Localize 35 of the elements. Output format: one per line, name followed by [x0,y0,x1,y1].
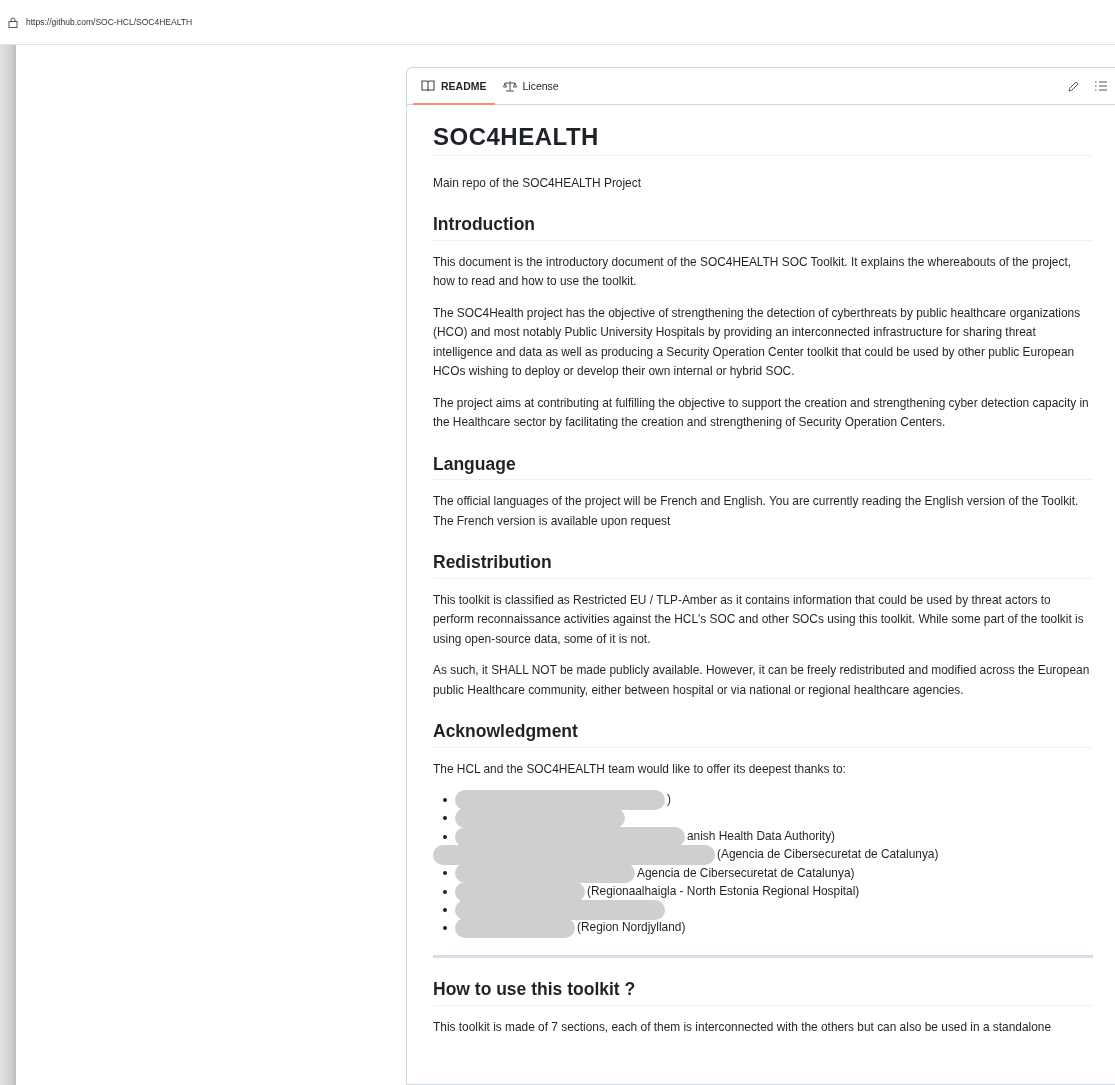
list-item-text: (Agencia de Cibersecuretat de Catalunya) [717,846,939,864]
section-heading: Redistribution [433,553,1093,579]
paragraph: The HCL and the SOC4HEALTH team would like to offer its deepest thanks to: [433,760,847,778]
bullet-icon [443,816,447,821]
section-heading: How to use this toolkit ? [433,980,1093,1006]
paragraph: This toolkit is classified as Restricted EU / TLP-Amber as it contains information that could be used by threat actors to perform reconnaissance activities against the HCL's SOC and other SOCs using this toolkit. While some part of the toolkit is using open-source data, some of it is not. [433,591,1085,648]
list-item-text: anish Health Data Authority) [687,828,836,845]
section-heading: Language [433,454,1093,480]
url-text[interactable]: https://github.com/SOC-HCL/SOC4HEALTH [26,17,193,27]
paragraph: As such, it SHALL NOT be made publicly available. However, it can be freely redistributed and modified across the European public Healthcare community, either between hospital or via national or regional healthcare agencies. [433,662,1091,699]
section-heading: Introduction [433,215,1093,241]
list-item-text: ) [667,791,671,809]
pencil-icon[interactable] [1068,80,1079,92]
readme-title: SOC4HEALTH [433,127,1093,156]
paragraph: Main repo of the SOC4HEALTH Project [433,174,642,192]
list-item-text: Agencia de Cibersecuretat de Catalunya) [637,864,855,882]
paragraph: This toolkit is made of 7 sections, each of them is interconnected with the others but can also be used in a standalone [433,1018,1052,1036]
bullet-icon [443,889,447,894]
paragraph: The official languages of the project will be French and English. You are currently reading the English version of the Toolkit. The French version is available upon request [433,493,1080,530]
tab[interactable]: License [494,68,567,105]
scale-icon [502,79,517,92]
paragraph: This document is the introductory document of the SOC4HEALTH SOC Toolkit. It explains the whereabouts of the project, how to read and how to use the toolkit. [433,253,1072,290]
bullet-icon [443,926,447,931]
paragraph: The project aims at contributing at fulfilling the objective to support the creation and strengthening cyber detection capacity in the Healthcare sector by facilitating the creation and strengthening of Security Operation Centers. [433,394,1090,431]
list-item-text: (Regionaalhaigla - North Estonia Regional Hospital) [587,882,860,900]
section-heading: Acknowledgment [433,722,1093,748]
bullet-icon [443,907,447,912]
book-icon [421,79,435,92]
list-item-text: (Region Nordjylland) [577,919,686,937]
bullet-icon [443,871,447,876]
bullet-icon [443,798,447,803]
bullet-icon [443,834,447,839]
paragraph: The SOC4Health project has the objective of strengthening the detection of cyberthreats by public healthcare organizations (HCO) and most notably Public University Hospitals by providing an interconnected infrastructure for sharing threat intelligence and data as well as producing a Security Operation Center toolkit that could be used by other public European HCOs wishing to deploy or develop their own internal or hybrid SOC. [433,304,1082,380]
lock-icon [8,16,18,28]
tab[interactable]: README [413,68,495,105]
